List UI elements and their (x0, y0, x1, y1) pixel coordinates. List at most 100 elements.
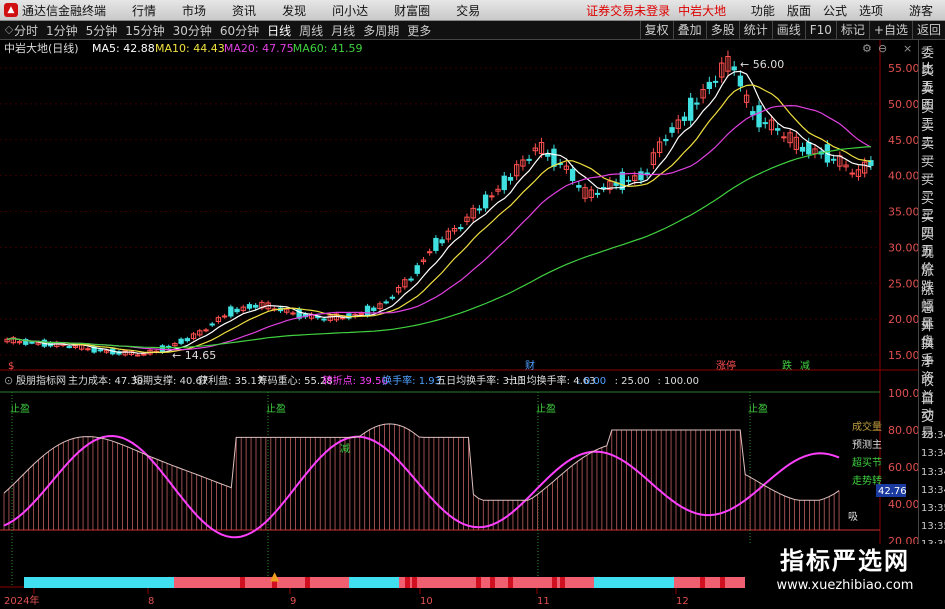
candle-body (663, 138, 669, 142)
sidebar-label-22: 13:34 (921, 448, 945, 460)
price-axis-label: 55.00 (888, 62, 918, 75)
date-label: 10 (420, 596, 433, 607)
candle-body (383, 301, 389, 304)
candle-body (184, 338, 190, 342)
indicator-value-1: 短期支撑: 40.67 (133, 374, 208, 387)
candle-body (340, 317, 346, 320)
take-profit-signal: 止盈 (536, 403, 556, 415)
candle-body (849, 172, 855, 175)
absorb-mark: 吸 (848, 512, 858, 523)
candle-body (576, 185, 582, 188)
trend-tick (508, 577, 513, 588)
candle-body (644, 172, 650, 175)
sub-axis-label: 80.00 (888, 424, 918, 437)
trend-color-bar (174, 577, 349, 588)
mouse-cursor-icon: ▲ (270, 569, 280, 583)
indicator-value-2: 获利盘: 35.17 (198, 374, 263, 387)
ma10-line (7, 84, 872, 354)
watermark-url: www.xuezhibiao.com (776, 578, 914, 593)
ma-legend-2: MA20: 47.75 (224, 42, 294, 55)
candle-body (489, 195, 495, 198)
candle-body (371, 307, 377, 311)
candle-body (408, 278, 414, 281)
sidebar-label-23: 13:34 (921, 466, 945, 478)
candle-body (775, 128, 781, 131)
candle-body (688, 97, 694, 121)
date-label: 2024年 (4, 594, 39, 607)
candle-body (601, 186, 607, 189)
date-label: 9 (290, 596, 296, 607)
ma-legend-0: MA5: 42.88 (92, 42, 155, 55)
candle-body (476, 208, 483, 211)
price-axis-label: 15.00 (888, 349, 918, 362)
candle-body (762, 122, 768, 125)
candle-body (545, 153, 551, 157)
indicator-name: 殷朋指标网 (16, 374, 66, 387)
ma-legend-1: MA10: 44.43 (155, 42, 225, 55)
main-header-stock: 中岩大地(日线) (4, 41, 79, 55)
indicator-value-5: 换手率: 1.93 (382, 374, 441, 387)
event-marker-drop: 跌 (782, 359, 792, 372)
candle-body (731, 66, 737, 71)
high-price-annotation: ← 56.00 (740, 58, 784, 71)
price-axis-label: 50.00 (888, 98, 918, 111)
price-axis-label: 30.00 (888, 241, 918, 254)
candle-body (85, 348, 91, 351)
price-axis-label: 20.00 (888, 313, 918, 326)
candle-body (134, 354, 141, 357)
sidebar-label-25: 13:35 (921, 503, 945, 514)
candle-body (141, 353, 147, 356)
take-profit-signal: 止盈 (266, 403, 286, 415)
low-price-annotation: ← 14.65 (172, 349, 216, 362)
candle-body (694, 102, 700, 105)
event-marker-reduce: 减 (800, 360, 810, 372)
candle-body (427, 251, 433, 254)
trend-color-bar (594, 577, 674, 588)
candle-body (433, 237, 439, 251)
quote-sidebar: 委比 卖五 卖四 卖三 卖二 卖一 买一 买二 买三 买四 买五 现价 涨跌 涨幅 总量 外盘 换手 净资 收益 自动… (918, 40, 945, 609)
price-axis-label: 35.00 (888, 206, 918, 219)
sub-legend-1: 预测主 (852, 438, 882, 451)
watermark-title: 指标严选网 (780, 547, 910, 575)
candle-body (209, 323, 215, 326)
price-axis-label: 25.00 (888, 277, 918, 290)
app-window: ▲ 通达信金融终端 行情 市场 资讯 发现 问小达 财富圈 交易 证券交易未登录… (0, 0, 945, 609)
candle-body (799, 146, 806, 152)
candle-body (594, 192, 601, 195)
envelope-line (3, 423, 840, 501)
turning-point-line (3, 434, 840, 539)
candle-body (203, 329, 209, 332)
candle-body (830, 158, 837, 161)
trend-tick (305, 577, 310, 588)
candle-body (364, 305, 371, 316)
sub-axis-label: 40.00 (888, 498, 918, 511)
trend-color-bar (349, 577, 399, 588)
trend-tick (476, 577, 481, 588)
candle-body (253, 304, 259, 308)
candle-body (551, 148, 557, 167)
indicator-value-10: : 100.00 (657, 376, 699, 387)
indicator-value-8: : 0.00 (577, 376, 606, 387)
date-label: 11 (537, 596, 550, 607)
candle-body (737, 75, 744, 87)
zoom-out-icon: ⊖ (878, 42, 887, 55)
kline-chart-area[interactable]: 中岩大地(日线) MA5: 42.88 MA10: 44.43 MA20: 47.75… (0, 0, 918, 609)
candle-body (781, 136, 787, 139)
candle-body (806, 141, 812, 155)
event-marker-finance: 财 (525, 359, 535, 372)
event-marker-limit-up: 涨停 (716, 359, 736, 372)
candle-body (234, 308, 240, 313)
candle-body (290, 312, 296, 315)
sub-panel-icon: ⊙ (4, 374, 13, 387)
sub-legend-2: 超买节 (852, 456, 882, 469)
indicator-value-0: 主力成本: 47.30 (68, 374, 143, 387)
date-label: 8 (148, 596, 154, 607)
close-panel-icon: × (903, 42, 912, 55)
candle-body (712, 80, 719, 83)
trend-tick (552, 577, 557, 588)
date-label: 12 (676, 596, 689, 607)
trend-color-bar (24, 577, 174, 588)
trend-tick (405, 577, 410, 588)
sidebar-label-24: 13:34 (921, 484, 945, 496)
trend-tick (490, 577, 495, 588)
